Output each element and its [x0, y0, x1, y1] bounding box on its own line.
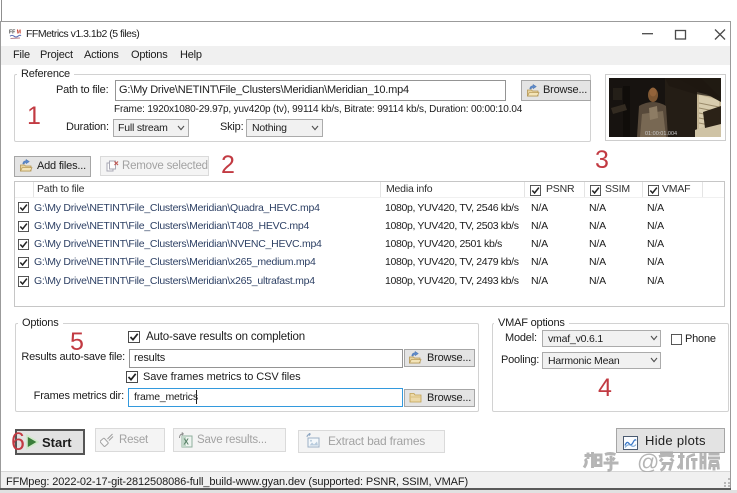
- svg-text:X: X: [184, 438, 190, 447]
- svg-text:M: M: [17, 30, 21, 36]
- svg-text:@: @: [637, 451, 659, 472]
- svg-text:FF: FF: [9, 30, 15, 36]
- svg-text:01:00:01.004: 01:00:01.004: [645, 131, 677, 137]
